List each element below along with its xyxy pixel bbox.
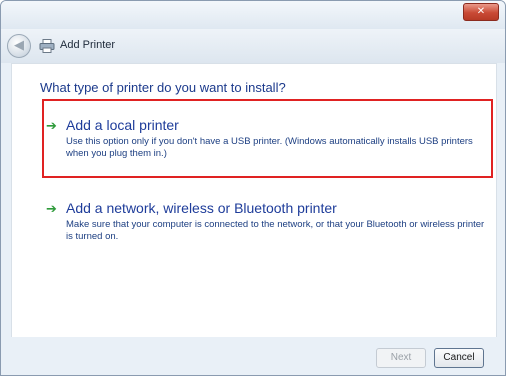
back-arrow-icon: ◀ bbox=[14, 38, 24, 53]
page-heading: What type of printer do you want to inst… bbox=[40, 80, 286, 95]
window-title: Add Printer bbox=[60, 39, 116, 51]
green-arrow-icon: ➔ bbox=[46, 202, 57, 217]
back-button[interactable]: ◀ bbox=[7, 34, 31, 58]
close-icon: ✕ bbox=[476, 6, 486, 17]
title-bar: ✕ bbox=[1, 1, 505, 29]
cancel-button[interactable]: Cancel bbox=[434, 348, 484, 368]
button-bar: Next Cancel bbox=[1, 337, 505, 375]
add-network-printer-link[interactable]: Add a network, wireless or Bluetooth pri… bbox=[66, 200, 337, 216]
add-printer-window: ✕ ◀ Add Printer What type of printer do … bbox=[0, 0, 506, 376]
green-arrow-icon: ➔ bbox=[46, 119, 57, 134]
add-local-printer-link[interactable]: Add a local printer bbox=[66, 117, 179, 133]
close-button[interactable]: ✕ bbox=[463, 3, 499, 21]
navigation-bar: ◀ Add Printer bbox=[1, 29, 505, 63]
add-local-printer-description: Use this option only if you don't have a… bbox=[66, 136, 473, 159]
wizard-content: What type of printer do you want to inst… bbox=[11, 63, 497, 339]
next-button[interactable]: Next bbox=[376, 348, 426, 368]
add-network-printer-description: Make sure that your computer is connecte… bbox=[66, 219, 485, 242]
printer-icon bbox=[39, 39, 55, 53]
